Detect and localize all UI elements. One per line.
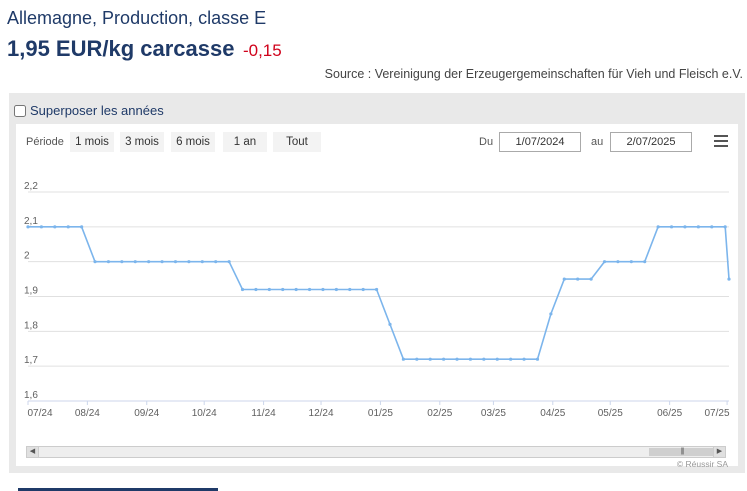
data-point[interactable]	[294, 287, 298, 292]
data-point[interactable]	[482, 357, 486, 361]
data-point[interactable]	[616, 260, 620, 264]
scroll-left-button[interactable]: ◀	[27, 447, 39, 457]
overlay-years-toggle[interactable]: Superposer les années	[14, 103, 164, 118]
x-tick-label: 09/24	[134, 408, 159, 419]
x-tick-label: 01/25	[368, 408, 393, 419]
data-point[interactable]	[656, 225, 660, 229]
data-point[interactable]	[401, 357, 405, 361]
data-point[interactable]	[39, 225, 44, 229]
x-tick-label: 12/24	[309, 408, 334, 419]
data-point[interactable]	[535, 357, 540, 361]
chart-card: Période 1 mois 3 mois 6 mois 1 an Tout D…	[16, 124, 738, 469]
data-point[interactable]	[106, 260, 111, 264]
y-tick-label: 2,2	[24, 181, 38, 192]
data-point[interactable]	[254, 287, 258, 292]
data-point[interactable]	[281, 287, 285, 292]
data-point[interactable]	[710, 225, 714, 229]
x-tick-label: 07/25	[704, 408, 729, 419]
data-point[interactable]	[80, 225, 84, 229]
data-point[interactable]	[214, 260, 218, 264]
series-line	[28, 226, 730, 360]
data-point[interactable]	[187, 260, 191, 264]
data-point[interactable]	[133, 260, 137, 264]
data-point[interactable]	[549, 312, 553, 316]
overlay-years-label: Superposer les années	[30, 103, 164, 118]
data-point[interactable]	[428, 357, 432, 361]
chart-panel: Superposer les années Période 1 mois 3 m…	[9, 93, 745, 473]
data-point[interactable]	[723, 225, 727, 229]
data-point[interactable]	[629, 260, 633, 264]
data-point[interactable]	[348, 287, 352, 292]
price-change: -0,15	[242, 41, 282, 60]
data-point[interactable]	[509, 357, 513, 361]
y-tick-label: 1,8	[24, 320, 38, 331]
source-text: Source : Vereinigung der Erzeugergemeins…	[324, 67, 743, 81]
data-point[interactable]	[227, 260, 231, 264]
current-price: 1,95 EUR/kg carcasse	[7, 36, 235, 61]
data-point[interactable]	[374, 287, 379, 292]
data-point[interactable]	[696, 225, 700, 229]
scroll-right-button[interactable]: ▶	[713, 447, 725, 457]
x-tick-label: 11/24	[251, 408, 276, 419]
data-point[interactable]	[361, 287, 365, 292]
data-point[interactable]	[321, 287, 325, 292]
data-point[interactable]	[562, 277, 566, 281]
data-point[interactable]	[334, 287, 338, 292]
x-tick-label: 08/24	[75, 408, 100, 419]
credits-text: © Réussir SA	[676, 459, 728, 469]
data-point[interactable]	[173, 260, 178, 264]
data-point[interactable]	[267, 287, 271, 292]
x-tick-label: 07/24	[27, 408, 52, 419]
data-point[interactable]	[643, 260, 647, 264]
x-tick-label: 02/25	[427, 408, 452, 419]
overlay-years-checkbox[interactable]	[14, 104, 26, 117]
data-point[interactable]	[602, 260, 607, 264]
data-point[interactable]	[442, 357, 446, 361]
data-point[interactable]	[160, 260, 164, 264]
y-tick-label: 1,7	[24, 355, 38, 366]
data-point[interactable]	[200, 260, 204, 264]
x-tick-label: 10/24	[192, 408, 217, 419]
data-point[interactable]	[93, 260, 97, 264]
data-point[interactable]	[120, 260, 124, 264]
y-tick-label: 2,1	[24, 216, 38, 227]
y-tick-label: 2	[24, 251, 30, 262]
data-point[interactable]	[147, 260, 151, 264]
data-point[interactable]	[455, 357, 459, 361]
x-tick-label: 03/25	[481, 408, 506, 419]
data-point[interactable]	[53, 225, 57, 229]
data-point[interactable]	[495, 357, 499, 361]
data-point[interactable]	[240, 287, 245, 292]
page-title: Allemagne, Production, classe E	[7, 8, 267, 28]
data-point[interactable]	[388, 322, 392, 326]
data-point[interactable]	[727, 277, 731, 281]
x-tick-label: 04/25	[540, 408, 565, 419]
price-row: 1,95 EUR/kg carcasse -0,15	[7, 36, 282, 62]
data-point[interactable]	[576, 277, 580, 281]
data-point[interactable]	[307, 287, 312, 292]
x-tick-label: 05/25	[598, 408, 623, 419]
line-chart: 1,6 1,7 1,8 1,9 2 2,1 2,2 07/24 08/24 09/24 10/24…	[24, 181, 731, 419]
chart-scrollbar[interactable]: ◀ ||| ▶	[26, 446, 726, 458]
data-point[interactable]	[522, 357, 526, 361]
data-point[interactable]	[415, 357, 419, 361]
data-point[interactable]	[468, 357, 473, 361]
scrollbar-thumb[interactable]: |||	[649, 448, 715, 456]
data-point[interactable]	[669, 225, 674, 229]
y-tick-label: 1,6	[24, 390, 38, 401]
data-point[interactable]	[683, 225, 687, 229]
data-point[interactable]	[66, 225, 70, 229]
data-point[interactable]	[589, 277, 593, 281]
y-tick-label: 1,9	[24, 286, 38, 297]
data-point[interactable]	[26, 225, 30, 229]
x-tick-label: 06/25	[657, 408, 682, 419]
